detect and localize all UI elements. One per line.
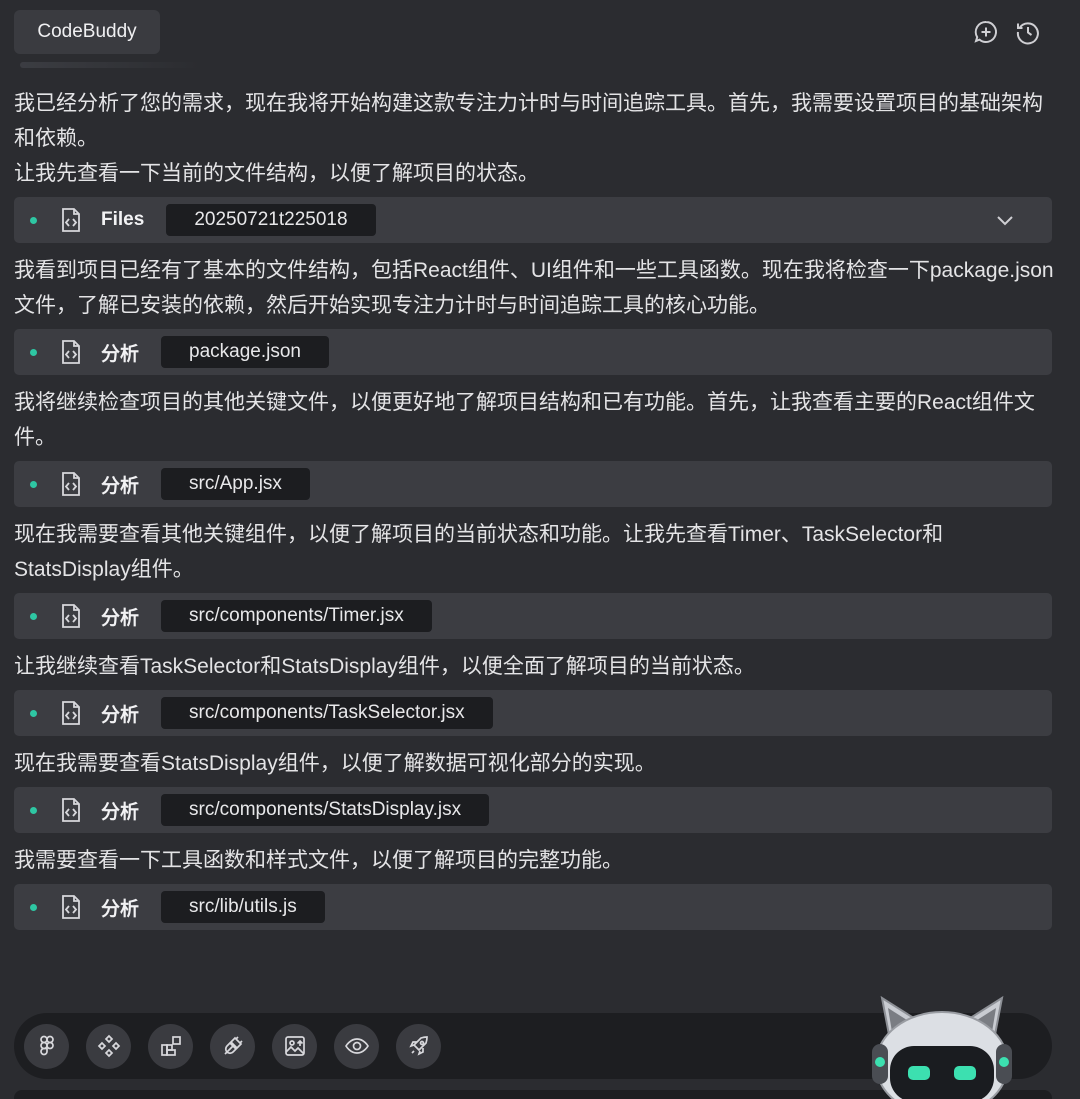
assistant-message: 我需要查看一下工具函数和样式文件，以便了解项目的完整功能。	[14, 849, 623, 872]
step-target-chip[interactable]: src/lib/utils.js	[161, 891, 325, 923]
history-icon[interactable]	[1014, 18, 1042, 46]
new-chat-icon[interactable]	[972, 18, 1000, 46]
image-upload-button[interactable]	[272, 1023, 317, 1069]
chat-transcript[interactable]: 我已经分析了您的需求，现在我将开始构建这款专注力计时与时间追踪工具。首先，我需要…	[14, 86, 1054, 978]
tool-step-row[interactable]: 分析 src/components/TaskSelector.jsx	[14, 690, 1052, 736]
mascot-robot-cat-icon	[862, 992, 1022, 1099]
image-upload-icon	[283, 1034, 307, 1058]
figma-icon	[36, 1035, 58, 1057]
code-file-icon	[59, 700, 83, 726]
step-target-chip[interactable]: src/components/StatsDisplay.jsx	[161, 794, 490, 826]
step-target-chip[interactable]: 20250721t225018	[166, 204, 376, 236]
code-file-icon	[59, 894, 83, 920]
header-actions	[972, 18, 1042, 46]
tool-step-row[interactable]: 分析 src/lib/utils.js	[14, 884, 1052, 930]
status-dot	[30, 903, 37, 911]
step-label: 分析	[101, 475, 140, 497]
step-label: 分析	[101, 898, 140, 920]
tool-step-row[interactable]: 分析 src/components/Timer.jsx	[14, 593, 1052, 639]
step-label: 分析	[101, 343, 140, 365]
code-file-icon	[59, 339, 83, 365]
tool-step-row[interactable]: 分析 package.json	[14, 329, 1052, 375]
step-target-chip[interactable]: package.json	[161, 336, 329, 368]
component-button[interactable]	[86, 1023, 131, 1069]
blocks-icon	[159, 1034, 183, 1058]
figma-button[interactable]	[24, 1023, 69, 1069]
preview-eye-icon	[344, 1034, 370, 1058]
chevron-down-icon[interactable]	[994, 209, 1016, 236]
tool-step-row[interactable]: Files 20250721t225018	[14, 197, 1052, 243]
code-file-icon	[59, 797, 83, 823]
assistant-message: 让我继续查看TaskSelector和StatsDisplay组件，以便全面了解…	[14, 655, 755, 678]
deploy-rocket-button[interactable]	[396, 1023, 441, 1069]
code-file-icon	[59, 603, 83, 629]
step-label: 分析	[101, 801, 140, 823]
assistant-message: 我已经分析了您的需求，现在我将开始构建这款专注力计时与时间追踪工具。首先，我需要…	[14, 92, 1043, 150]
status-dot	[30, 709, 37, 717]
status-dot	[30, 612, 37, 620]
step-target-chip[interactable]: src/App.jsx	[161, 468, 310, 500]
status-dot	[30, 216, 37, 224]
step-label: 分析	[101, 704, 140, 726]
preview-eye-button[interactable]	[334, 1023, 379, 1069]
status-dot	[30, 480, 37, 488]
status-dot	[30, 806, 37, 814]
plug-button[interactable]	[210, 1023, 255, 1069]
step-target-chip[interactable]: src/components/Timer.jsx	[161, 600, 432, 632]
step-label: Files	[101, 209, 145, 230]
tool-step-row[interactable]: 分析 src/App.jsx	[14, 461, 1052, 507]
assistant-message: 我看到项目已经有了基本的文件结构，包括React组件、UI组件和一些工具函数。现…	[14, 259, 1054, 317]
app-tab-label: CodeBuddy	[37, 21, 137, 42]
code-file-icon	[59, 471, 83, 497]
tool-step-row[interactable]: 分析 src/components/StatsDisplay.jsx	[14, 787, 1052, 833]
assistant-message: 我将继续检查项目的其他关键文件，以便更好地了解项目结构和已有功能。首先，让我查看…	[14, 391, 1035, 449]
status-dot	[30, 348, 37, 356]
deploy-rocket-icon	[407, 1034, 431, 1058]
assistant-message: 现在我需要查看其他关键组件，以便了解项目的当前状态和功能。让我先查看Timer、…	[14, 523, 944, 581]
assistant-message: 现在我需要查看StatsDisplay组件，以便了解数据可视化部分的实现。	[14, 752, 656, 775]
blocks-button[interactable]	[148, 1023, 193, 1069]
step-target-chip[interactable]: src/components/TaskSelector.jsx	[161, 697, 493, 729]
code-file-icon	[59, 207, 83, 233]
assistant-message: 让我先查看一下当前的文件结构，以便了解项目的状态。	[14, 162, 539, 185]
component-icon	[97, 1034, 121, 1058]
step-label: 分析	[101, 607, 140, 629]
tab-underline	[20, 62, 200, 68]
plug-icon	[221, 1034, 245, 1058]
app-tab-codebuddy[interactable]: CodeBuddy	[14, 10, 160, 54]
